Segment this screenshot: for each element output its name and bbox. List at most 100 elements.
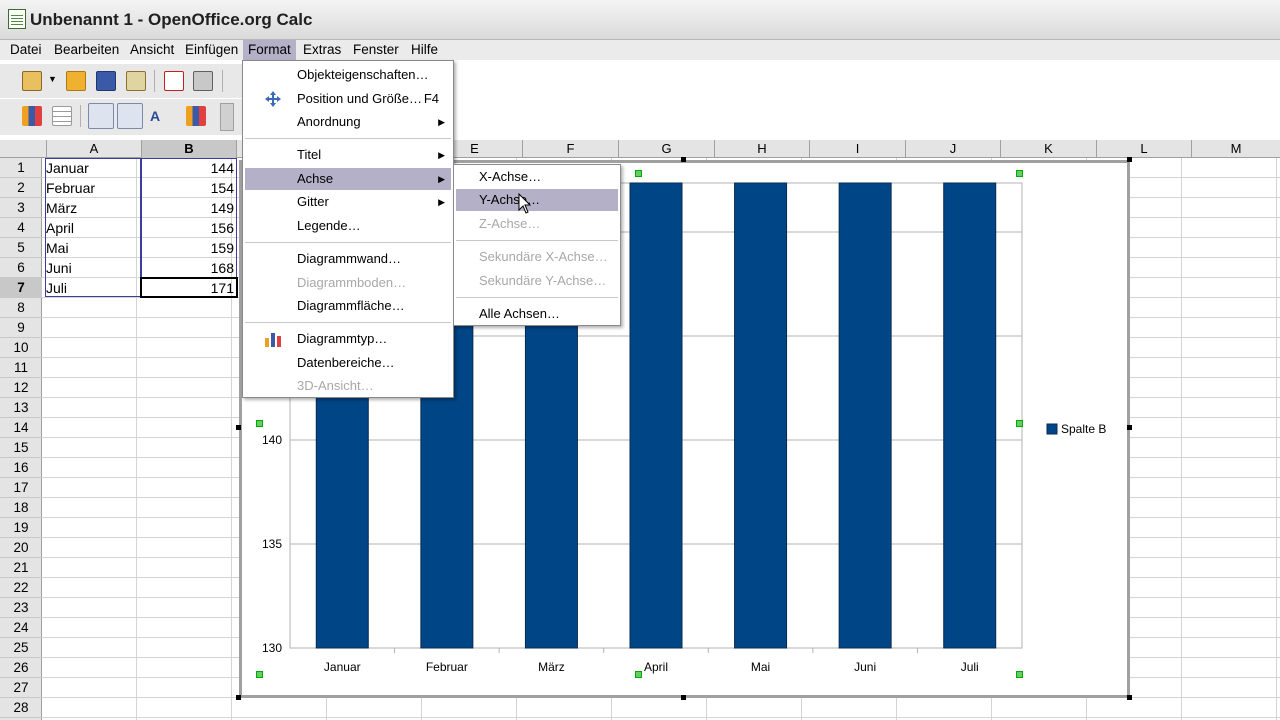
- column-header[interactable]: K: [1000, 140, 1096, 158]
- menu-item-label: Z-Achse…: [479, 216, 541, 231]
- toolbar-overflow-button[interactable]: [220, 103, 234, 131]
- row-header[interactable]: 21: [0, 558, 42, 578]
- selection-handle[interactable]: [1016, 170, 1023, 177]
- menu-format[interactable]: Format: [243, 40, 296, 60]
- selection-handle[interactable]: [1016, 420, 1023, 427]
- column-header[interactable]: F: [522, 140, 618, 158]
- menu-item-anordnung[interactable]: Anordnung ▶: [245, 111, 451, 133]
- menu-einfuegen[interactable]: Einfügen: [180, 40, 243, 60]
- row-header[interactable]: 14: [0, 418, 42, 438]
- menu-item-datenbereiche[interactable]: Datenbereiche…: [245, 352, 451, 374]
- column-header[interactable]: I: [809, 140, 905, 158]
- selection-handle[interactable]: [635, 671, 642, 678]
- menu-item-alle-achsen[interactable]: Alle Achsen…: [456, 303, 618, 325]
- scale-text-icon[interactable]: A: [150, 106, 170, 126]
- row-header[interactable]: 8: [0, 298, 42, 318]
- row-header[interactable]: 2: [0, 178, 42, 198]
- menu-item-titel[interactable]: Titel ▶: [245, 144, 451, 166]
- selection-handle[interactable]: [1016, 671, 1023, 678]
- row-header[interactable]: 27: [0, 678, 42, 698]
- row-header[interactable]: 28: [0, 698, 42, 718]
- chart-edit-icon[interactable]: [22, 106, 42, 126]
- column-header[interactable]: G: [618, 140, 714, 158]
- legend-toggle-icon[interactable]: [117, 103, 143, 129]
- row-header[interactable]: 22: [0, 578, 42, 598]
- menu-item-objekteigenschaften[interactable]: Objekteigenschaften…: [245, 64, 451, 86]
- menu-hilfe[interactable]: Hilfe: [406, 40, 443, 60]
- bar-mai[interactable]: [734, 182, 788, 649]
- bar-juli[interactable]: [943, 182, 997, 649]
- frame-handle[interactable]: [236, 425, 241, 430]
- row-header[interactable]: 20: [0, 538, 42, 558]
- row-header[interactable]: 23: [0, 598, 42, 618]
- row-header[interactable]: 10: [0, 338, 42, 358]
- row-header[interactable]: 13: [0, 398, 42, 418]
- column-header[interactable]: A: [46, 140, 141, 158]
- save-icon[interactable]: [96, 71, 116, 91]
- column-header[interactable]: L: [1096, 140, 1191, 158]
- achse-submenu: X-Achse… Y-Achse… Z-Achse… Sekundäre X-A…: [453, 164, 621, 326]
- row-header[interactable]: 24: [0, 618, 42, 638]
- row-header[interactable]: 15: [0, 438, 42, 458]
- selection-handle[interactable]: [256, 420, 263, 427]
- frame-handle[interactable]: [1127, 157, 1132, 162]
- row-header[interactable]: 12: [0, 378, 42, 398]
- menu-item-diagrammflaeche[interactable]: Diagrammfläche…: [245, 295, 451, 317]
- data-table-icon[interactable]: [52, 106, 72, 126]
- row-header[interactable]: 4: [0, 218, 42, 238]
- dropdown-arrow-icon[interactable]: ▼: [48, 74, 57, 84]
- row-header[interactable]: 25: [0, 638, 42, 658]
- row-header[interactable]: 18: [0, 498, 42, 518]
- email-icon[interactable]: [126, 71, 146, 91]
- frame-handle[interactable]: [1127, 695, 1132, 700]
- row-header[interactable]: 7: [0, 278, 42, 298]
- column-header[interactable]: J: [905, 140, 1000, 158]
- column-header[interactable]: B: [141, 140, 236, 158]
- row-header[interactable]: 11: [0, 358, 42, 378]
- menu-item-shortcut: F4: [423, 91, 439, 106]
- menu-item-gitter[interactable]: Gitter ▶: [245, 191, 451, 213]
- menu-item-diagrammtyp[interactable]: Diagrammtyp…: [245, 328, 451, 350]
- frame-handle[interactable]: [681, 157, 686, 162]
- pdf-icon[interactable]: [164, 71, 184, 91]
- row-header[interactable]: 16: [0, 458, 42, 478]
- menu-item-achse[interactable]: Achse ▶: [245, 168, 451, 190]
- horizontal-grid-icon[interactable]: [88, 103, 114, 129]
- column-header[interactable]: H: [714, 140, 809, 158]
- menu-item-y-achse[interactable]: Y-Achse…: [456, 189, 618, 211]
- frame-handle[interactable]: [681, 695, 686, 700]
- selection-handle[interactable]: [256, 671, 263, 678]
- column-header[interactable]: M: [1191, 140, 1280, 158]
- select-all-corner[interactable]: [0, 140, 46, 158]
- row-header[interactable]: 5: [0, 238, 42, 258]
- row-header[interactable]: 19: [0, 518, 42, 538]
- row-header[interactable]: 3: [0, 198, 42, 218]
- menu-ansicht[interactable]: Ansicht: [125, 40, 179, 60]
- menu-bearbeiten[interactable]: Bearbeiten: [49, 40, 124, 60]
- print-icon[interactable]: [193, 71, 213, 91]
- row-header[interactable]: 1: [0, 158, 42, 178]
- row-header[interactable]: 9: [0, 318, 42, 338]
- row-header[interactable]: 6: [0, 258, 42, 278]
- chart-type-icon[interactable]: [22, 71, 42, 91]
- menu-item-position-groesse[interactable]: Position und Größe… F4: [245, 88, 451, 110]
- auto-layout-icon[interactable]: [186, 106, 206, 126]
- chart-toolbar: A: [0, 99, 250, 135]
- bar-juni[interactable]: [838, 182, 892, 649]
- open-folder-icon[interactable]: [66, 71, 86, 91]
- menu-item-diagrammwand[interactable]: Diagrammwand…: [245, 248, 451, 270]
- menu-item-x-achse[interactable]: X-Achse…: [456, 166, 618, 188]
- menu-datei[interactable]: Datei: [5, 40, 47, 60]
- data-range-highlight-a: [45, 158, 141, 297]
- bar-april[interactable]: [629, 182, 683, 649]
- menu-extras[interactable]: Extras: [298, 40, 346, 60]
- frame-handle[interactable]: [236, 695, 241, 700]
- row-header[interactable]: 26: [0, 658, 42, 678]
- menu-separator: [245, 138, 451, 139]
- menu-item-legende[interactable]: Legende…: [245, 215, 451, 237]
- menu-fenster[interactable]: Fenster: [348, 40, 404, 60]
- frame-handle[interactable]: [1127, 425, 1132, 430]
- row-header[interactable]: 17: [0, 478, 42, 498]
- selection-handle[interactable]: [635, 170, 642, 177]
- bar-januar[interactable]: [315, 356, 369, 649]
